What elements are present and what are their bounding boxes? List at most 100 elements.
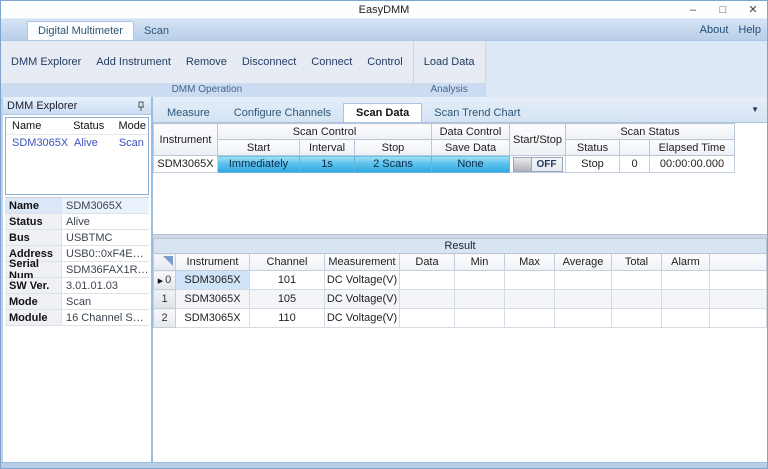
save-data-cell[interactable]: None (432, 156, 510, 173)
result-row-2: 2 SDM3065X 110 DC Voltage(V) (154, 309, 767, 328)
control-button[interactable]: Control (367, 56, 402, 68)
help-link[interactable]: Help (738, 24, 761, 36)
cell-min[interactable] (455, 309, 505, 328)
tab-scan-data[interactable]: Scan Data (343, 103, 422, 122)
group-label-dmm-operation: DMM Operation (1, 83, 413, 97)
remove-button[interactable]: Remove (186, 56, 227, 68)
result-col-average[interactable]: Average (555, 254, 612, 271)
result-table: Result Instrument Channel Measurement Da… (153, 238, 767, 328)
toggle-knob[interactable] (514, 158, 532, 171)
result-col-max[interactable]: Max (505, 254, 555, 271)
panel-title: DMM Explorer (7, 100, 135, 112)
cell-min[interactable] (455, 290, 505, 309)
col-start: Start (218, 140, 300, 156)
row-header-0[interactable]: ▶0 (154, 271, 176, 290)
stop-mode-cell[interactable]: 2 Scans (355, 156, 432, 173)
cell-total[interactable] (612, 309, 662, 328)
prop-row-name: Name SDM3065X (5, 198, 149, 214)
scan-instrument-cell[interactable]: SDM3065X (154, 156, 218, 173)
cell-alarm[interactable] (662, 290, 710, 309)
toggle-state-label: OFF (532, 158, 562, 171)
result-row-0: ▶0 SDM3065X 101 DC Voltage(V) (154, 271, 767, 290)
group-scan-control: Scan Control (218, 124, 432, 140)
row-header-1[interactable]: 1 (154, 290, 176, 309)
result-col-instrument[interactable]: Instrument (176, 254, 250, 271)
result-col-alarm[interactable]: Alarm (662, 254, 710, 271)
disconnect-button[interactable]: Disconnect (242, 56, 296, 68)
dmm-explorer-button[interactable]: DMM Explorer (11, 56, 81, 68)
cell-total[interactable] (612, 271, 662, 290)
prop-row-mode: Mode Scan (5, 294, 149, 310)
tree-header: Name Status Mode (6, 118, 148, 135)
cell-channel[interactable]: 101 (250, 271, 325, 290)
cell-average[interactable] (555, 309, 612, 328)
main-area: Measure Configure Channels Scan Data Sca… (153, 97, 767, 462)
group-scan-status: Scan Status (566, 124, 735, 140)
result-col-filler (710, 254, 767, 271)
result-col-data[interactable]: Data (400, 254, 455, 271)
cell-max[interactable] (505, 271, 555, 290)
col-count (620, 140, 650, 156)
connect-button[interactable]: Connect (311, 56, 352, 68)
group-label-analysis: Analysis (414, 83, 485, 97)
app-window: EasyDMM – □ ✕ Digital Multimeter Scan Ab… (0, 0, 768, 469)
about-link[interactable]: About (700, 24, 729, 36)
cell-data[interactable] (400, 271, 455, 290)
cell-alarm[interactable] (662, 309, 710, 328)
instrument-name[interactable]: SDM3065X (6, 135, 68, 151)
cell-instrument[interactable]: SDM3065X (176, 290, 250, 309)
row-header-2[interactable]: 2 (154, 309, 176, 328)
start-stop-toggle[interactable]: OFF (513, 157, 563, 172)
window-controls: – □ ✕ (679, 2, 767, 18)
cell-min[interactable] (455, 271, 505, 290)
cell-instrument[interactable]: SDM3065X (176, 271, 250, 290)
col-status: Status (566, 140, 620, 156)
cell-measurement[interactable]: DC Voltage(V) (325, 290, 400, 309)
interval-cell[interactable]: 1s (300, 156, 355, 173)
col-stop: Stop (355, 140, 432, 156)
cell-instrument[interactable]: SDM3065X (176, 309, 250, 328)
pin-icon[interactable] (135, 100, 147, 112)
menu-tab-scan[interactable]: Scan (134, 22, 179, 40)
current-row-arrow-icon: ▶ (158, 278, 163, 285)
menu-tab-digital-multimeter[interactable]: Digital Multimeter (27, 21, 134, 40)
cell-channel[interactable]: 110 (250, 309, 325, 328)
cell-max[interactable] (505, 309, 555, 328)
scan-data-page: Instrument Scan Control Data Control Sta… (153, 123, 767, 462)
result-col-channel[interactable]: Channel (250, 254, 325, 271)
minimize-icon[interactable]: – (679, 2, 707, 18)
tab-measure[interactable]: Measure (155, 104, 222, 122)
tab-configure-channels[interactable]: Configure Channels (222, 104, 343, 122)
result-col-total[interactable]: Total (612, 254, 662, 271)
window-title: EasyDMM (1, 4, 767, 16)
cell-max[interactable] (505, 290, 555, 309)
result-col-measurement[interactable]: Measurement (325, 254, 400, 271)
tree-col-status: Status (67, 118, 112, 135)
add-instrument-button[interactable]: Add Instrument (96, 56, 171, 68)
cell-data[interactable] (400, 290, 455, 309)
instrument-properties: Name SDM3065X Status Alive Bus USBTMC Ad… (5, 197, 149, 326)
tab-list-dropdown-icon[interactable]: ▼ (751, 105, 759, 114)
dmm-explorer-panel: DMM Explorer Name Status Mode SDM3065X A… (1, 97, 153, 462)
instrument-tree: Name Status Mode SDM3065X Alive Scan (5, 117, 149, 195)
start-mode-cell[interactable]: Immediately (218, 156, 300, 173)
scan-grid-filler (735, 124, 768, 156)
close-icon[interactable]: ✕ (739, 2, 767, 18)
cell-average[interactable] (555, 271, 612, 290)
cell-alarm[interactable] (662, 271, 710, 290)
result-col-min[interactable]: Min (455, 254, 505, 271)
maximize-icon[interactable]: □ (709, 2, 737, 18)
select-all-corner[interactable] (154, 254, 176, 271)
instrument-row[interactable]: SDM3065X Alive Scan (6, 135, 148, 151)
window-bottom-border (1, 462, 767, 469)
prop-row-serial: Serial Num SDM36FAX1R0084 (5, 262, 149, 278)
cell-total[interactable] (612, 290, 662, 309)
cell-measurement[interactable]: DC Voltage(V) (325, 309, 400, 328)
tab-scan-trend-chart[interactable]: Scan Trend Chart (422, 104, 532, 122)
cell-data[interactable] (400, 309, 455, 328)
cell-measurement[interactable]: DC Voltage(V) (325, 271, 400, 290)
cell-channel[interactable]: 105 (250, 290, 325, 309)
cell-average[interactable] (555, 290, 612, 309)
load-data-button[interactable]: Load Data (424, 56, 475, 68)
menu-right: About Help (700, 24, 761, 40)
